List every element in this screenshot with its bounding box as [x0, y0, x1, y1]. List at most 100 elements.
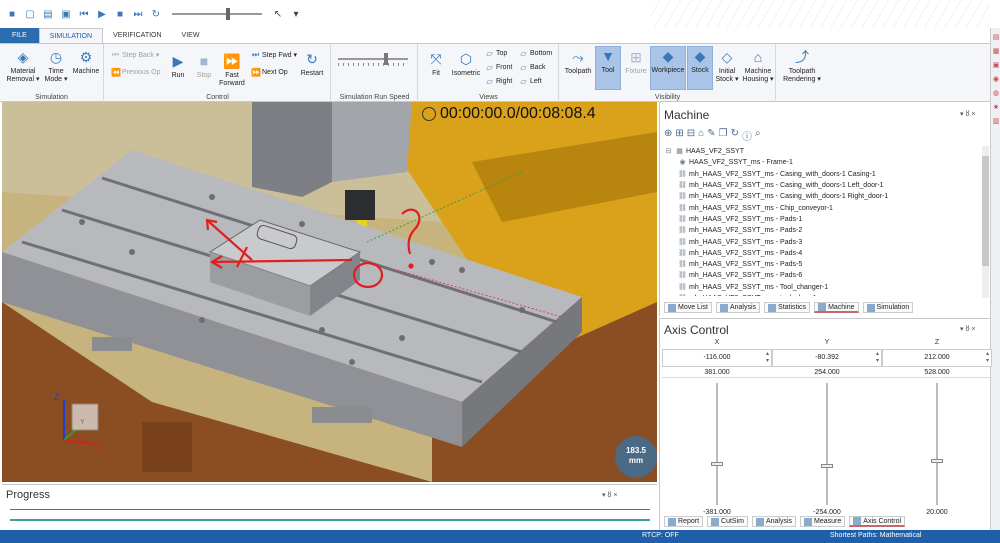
add-axis-icon[interactable]: ⊞: [675, 128, 683, 143]
machine-panel-controls[interactable]: ▾ ȣ ×: [960, 110, 975, 118]
right-view-button[interactable]: ▱ Right: [485, 77, 512, 86]
panel-tab[interactable]: Analysis: [715, 302, 761, 313]
machine-tree-scroll-thumb[interactable]: [982, 156, 989, 266]
panel-tab[interactable]: Machine: [814, 302, 859, 313]
rewind-icon[interactable]: ⏮: [78, 8, 90, 20]
bottom-view-button[interactable]: ▱ Bottom: [519, 49, 552, 58]
stop-button[interactable]: ■ Stop: [193, 52, 215, 80]
tree-collapse-icon[interactable]: ⊟: [664, 146, 673, 157]
add-link-icon[interactable]: ⊟: [687, 128, 695, 143]
save-icon[interactable]: ▣: [60, 8, 72, 20]
axis-slider-thumb[interactable]: [821, 463, 833, 468]
step-fwd-button[interactable]: ⏭ Step Fwd ▾: [251, 50, 297, 60]
tree-node[interactable]: ⛓ mh_HAAS_VF2_SSYT_ms - Casing_with_doors…: [664, 191, 982, 202]
tree-node[interactable]: ⛓ mh_HAAS_VF2_SSYT_ms - Pads-3: [664, 236, 982, 247]
fit-button[interactable]: ⤧ Fit: [423, 50, 449, 78]
panel-tab[interactable]: Analysis: [751, 516, 797, 527]
material-removal-button[interactable]: ◈ Material Removal ▾: [6, 48, 40, 84]
panel-icon-6[interactable]: ★: [992, 104, 1000, 112]
play-icon[interactable]: ▶: [96, 8, 108, 20]
refresh-icon[interactable]: ↻: [731, 128, 739, 143]
tool-visibility-button[interactable]: ▼ Tool: [595, 46, 621, 90]
panel-icon-5[interactable]: ◍: [992, 90, 1000, 98]
toolpath-rendering-button[interactable]: ⤴ Toolpath Rendering ▾: [779, 48, 825, 84]
restart-button[interactable]: ↻ Restart: [297, 50, 327, 78]
search-icon[interactable]: ⌕: [755, 128, 761, 143]
tree-node[interactable]: ⛓ mh_HAAS_VF2_SSYT_ms - Pads-2: [664, 225, 982, 236]
add-component-icon[interactable]: ⊕: [664, 128, 672, 143]
stop-icon[interactable]: ■: [114, 8, 126, 20]
progress-panel-controls[interactable]: ▾ ȣ ×: [602, 491, 617, 499]
axis-slider-track[interactable]: [826, 383, 828, 505]
open-file-icon[interactable]: ▤: [42, 8, 54, 20]
simulation-viewport[interactable]: Z X Y 00:00:00.0/00:08:08.4: [2, 102, 657, 482]
tab-simulation[interactable]: SIMULATION: [38, 28, 104, 43]
machine-button[interactable]: ⚙ Machine: [70, 48, 102, 76]
machine-tree-scrollbar[interactable]: [982, 146, 989, 298]
panel-icon-4[interactable]: ◉: [992, 76, 1000, 84]
machine-housing-button[interactable]: ⌂ Machine Housing ▾: [741, 48, 775, 84]
quick-speed-slider-thumb[interactable]: [226, 8, 230, 20]
top-view-button[interactable]: ▱ Top: [485, 49, 507, 58]
quick-speed-slider[interactable]: [172, 8, 262, 20]
axis-control-controls[interactable]: ▾ ȣ ×: [960, 325, 975, 333]
panel-tab[interactable]: Axis Control: [849, 516, 906, 527]
panel-tab[interactable]: Simulation: [862, 302, 914, 313]
axis-slider-thumb[interactable]: [931, 458, 943, 463]
new-file-icon[interactable]: ▢: [24, 8, 36, 20]
run-speed-slider[interactable]: [338, 58, 408, 60]
axis-value-field[interactable]: 212.000 ▴ ▾: [882, 349, 992, 367]
axis-slider-track[interactable]: [716, 383, 718, 505]
tab-verification[interactable]: VERIFICATION: [103, 28, 171, 43]
previous-op-button[interactable]: ⏪ Previous Op: [111, 68, 161, 77]
fast-forward-icon[interactable]: ⏭: [132, 8, 144, 20]
customize-dropdown-icon[interactable]: ▾: [290, 8, 302, 20]
pointer-icon[interactable]: ↖: [272, 8, 284, 20]
axis-slider-track[interactable]: [936, 383, 938, 505]
panel-tab[interactable]: Move List: [664, 302, 712, 313]
axis-value-field[interactable]: -116.000 ▴ ▾: [662, 349, 772, 367]
tab-file[interactable]: FILE: [0, 28, 39, 43]
panel-tab[interactable]: Statistics: [764, 302, 811, 313]
panel-icon-7[interactable]: ▥: [992, 118, 1000, 126]
axis-spinner-icon[interactable]: ▴ ▾: [766, 351, 769, 365]
properties-icon[interactable]: ⓘ: [742, 128, 752, 143]
run-speed-slider-thumb[interactable]: [384, 53, 388, 65]
back-view-button[interactable]: ▱ Back: [519, 63, 545, 72]
panel-icon-1[interactable]: ▤: [992, 34, 1000, 42]
fixture-button[interactable]: ⊞ Fixture: [622, 48, 650, 76]
tree-node[interactable]: ⛓ mh_HAAS_VF2_SSYT_ms - Pads-6: [664, 270, 982, 281]
tree-node[interactable]: ⛓ mh_HAAS_VF2_SSYT_ms - Chip_conveyor-1: [664, 202, 982, 213]
time-mode-button[interactable]: ◷ Time Mode ▾: [42, 48, 70, 84]
workpiece-visibility-button[interactable]: ◆ Workpiece: [650, 46, 686, 90]
tree-node[interactable]: ⛓mh_HAAS_VF2_SSYT_ms - tool_chop-1: [664, 293, 982, 296]
tree-node[interactable]: ⛓ mh_HAAS_VF2_SSYT_ms - Casing_with_doors…: [664, 169, 982, 180]
panel-tab[interactable]: Report: [664, 516, 704, 527]
add-machine-icon[interactable]: ⌂: [698, 128, 704, 143]
edit-icon[interactable]: ✎: [707, 128, 715, 143]
panel-icon-3[interactable]: ▣: [992, 62, 1000, 70]
toolpath-button[interactable]: ⤳ Toolpath: [562, 48, 594, 76]
tree-node[interactable]: ⛓ mh_HAAS_VF2_SSYT_ms - Pads-4: [664, 248, 982, 259]
tab-view[interactable]: VIEW: [172, 28, 210, 43]
panel-tab[interactable]: Measure: [800, 516, 846, 527]
tree-node[interactable]: ⊟ ▦ HAAS_VF2_SSYT: [664, 146, 982, 157]
axis-spinner-icon[interactable]: ▴ ▾: [986, 351, 989, 365]
tree-node[interactable]: ◉ HAAS_VF2_SSYT_ms - Frame-1: [664, 157, 982, 168]
left-view-button[interactable]: ▱ Left: [519, 77, 541, 86]
panel-tab[interactable]: CutSim: [707, 516, 748, 527]
stock-visibility-button[interactable]: ◆ Stock: [687, 46, 713, 90]
next-op-button[interactable]: ⏩ Next Op: [251, 68, 288, 77]
tree-node[interactable]: ⛓ mh_HAAS_VF2_SSYT_ms - Pads-1: [664, 214, 982, 225]
front-view-button[interactable]: ▱ Front: [485, 63, 512, 72]
initial-stock-button[interactable]: ◇ Initial Stock ▾: [713, 48, 741, 84]
copy-icon[interactable]: ❐: [719, 128, 728, 143]
fast-forward-button[interactable]: ⏩ Fast Forward: [217, 52, 247, 88]
restart-icon[interactable]: ↻: [150, 8, 162, 20]
tree-node[interactable]: ⛓ mh_HAAS_VF2_SSYT_ms - Tool_changer-1: [664, 282, 982, 293]
panel-icon-2[interactable]: ▦: [992, 48, 1000, 56]
step-back-button[interactable]: ⏮ Step Back ▾: [111, 50, 159, 60]
axis-spinner-icon[interactable]: ▴ ▾: [876, 351, 879, 365]
tree-node[interactable]: ⛓ mh_HAAS_VF2_SSYT_ms - Pads-5: [664, 259, 982, 270]
run-button[interactable]: ▶ Run: [167, 52, 189, 80]
